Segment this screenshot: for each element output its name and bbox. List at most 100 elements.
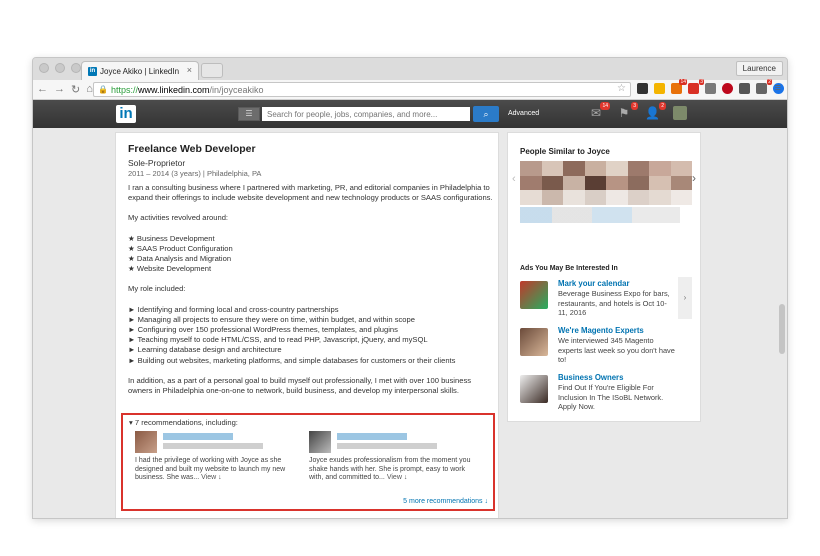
recommender-name-blurred[interactable]: [163, 433, 233, 440]
job-dates: 2011 – 2014 (3 years) | Philadelphia, PA: [128, 169, 262, 178]
window-controls: [39, 63, 81, 73]
advanced-search-link[interactable]: Advanced: [508, 110, 539, 117]
recommender-name-blurred[interactable]: [337, 433, 407, 440]
browser-toolbar: ← → ↻ ⌂ 🔒 https://www.linkedin.com/in/jo…: [33, 79, 787, 100]
similar-people-heading: People Similar to Joyce: [520, 147, 610, 156]
job-intro: I ran a consulting business where I part…: [128, 183, 493, 203]
url-scheme: https://: [110, 84, 138, 95]
similar-people-names-blurred[interactable]: [520, 207, 680, 223]
pocket-extension-icon[interactable]: [705, 83, 716, 94]
zoom-window-button[interactable]: [71, 63, 81, 73]
job-title[interactable]: Freelance Web Developer: [128, 143, 256, 155]
search-category-dropdown[interactable]: ☰: [238, 107, 260, 121]
extension-icons: 14 3 2: [637, 79, 784, 94]
recommender-title-blurred: [337, 443, 437, 449]
role-item: ► Learning database design and architect…: [128, 345, 282, 355]
next-ad-chevron-icon[interactable]: ›: [678, 277, 692, 319]
keep-extension-icon[interactable]: [654, 83, 665, 94]
notifications-badge: 3: [631, 102, 638, 110]
page-body: Freelance Web Developer Sole-Proprietor …: [33, 128, 787, 518]
recommender-title-blurred: [163, 443, 263, 449]
activity-item: ★ SAAS Product Configuration: [128, 243, 233, 253]
activity-item: ★ Business Development: [128, 233, 215, 243]
forward-arrow-icon[interactable]: →: [54, 83, 65, 96]
company-name: Sole-Proprietor: [128, 158, 186, 168]
ad-title[interactable]: Business Owners: [558, 373, 623, 382]
linkedin-header: in ☰ ⌕ Advanced ✉14 ⚑3 👤2: [33, 100, 787, 128]
linkedin-logo[interactable]: in: [116, 105, 136, 123]
bookmark-star-icon[interactable]: ☆: [617, 83, 626, 94]
search-icon: ⌕: [483, 109, 489, 119]
ad-body: We interviewed 345 Magento experts last …: [558, 336, 675, 364]
view-recommendation-link[interactable]: View ↓: [201, 474, 222, 481]
ads-heading: Ads You May Be Interested In: [520, 265, 618, 272]
role-item: ► Building out websites, marketing platf…: [128, 355, 456, 365]
minimize-window-button[interactable]: [55, 63, 65, 73]
pinterest-extension-icon[interactable]: [722, 83, 733, 94]
url-host: www.linkedin.com: [137, 84, 210, 95]
home-icon[interactable]: ⌂: [86, 83, 93, 96]
connections-badge: 2: [659, 102, 666, 110]
role-intro: My role included:: [128, 284, 186, 294]
view-recommendation-link[interactable]: View ↓: [387, 474, 408, 481]
recommendation-item: I had the privilege of working with Joyc…: [135, 431, 295, 483]
role-item: ► Managing all projects to ensure they w…: [128, 314, 415, 324]
lock-icon: 🔒: [98, 85, 108, 94]
ad-image[interactable]: [520, 328, 548, 356]
ad-title[interactable]: We're Magento Experts: [558, 326, 644, 335]
tab-title: Joyce Akiko | LinkedIn: [100, 66, 180, 76]
search-button[interactable]: ⌕: [473, 106, 499, 122]
reload-icon[interactable]: ↻: [71, 83, 80, 96]
recommendation-item: Joyce exudes professionalism from the mo…: [309, 431, 470, 483]
activities-intro: My activities revolved around:: [128, 213, 229, 223]
notification-extension-icon[interactable]: 14: [671, 79, 687, 94]
experience-card: Freelance Web Developer Sole-Proprietor …: [115, 132, 499, 518]
address-bar[interactable]: 🔒 https://www.linkedin.com/in/joyceakiko…: [93, 82, 631, 97]
add-connections-icon[interactable]: 👤 2: [645, 102, 666, 120]
more-recommendations-link[interactable]: 5 more recommendations ↓: [403, 498, 488, 505]
recommendation-text: I had the privilege of working with Joyc…: [135, 457, 297, 483]
notifications-flag-icon[interactable]: ⚑ 3: [617, 102, 638, 120]
job-description: I ran a consulting business where I part…: [128, 183, 496, 396]
profile-button[interactable]: Laurence: [735, 61, 783, 76]
carousel-next-icon[interactable]: ›: [692, 171, 696, 185]
job-closing: In addition, as a part of a personal goa…: [128, 375, 472, 396]
mail-extension-icon[interactable]: 2: [756, 79, 772, 94]
page-scrollbar[interactable]: [779, 304, 785, 354]
activity-item: ★ Data Analysis and Migration: [128, 254, 232, 264]
role-item: ► Identifying and forming local and cros…: [128, 304, 339, 314]
activity-item: ★ Website Development: [128, 264, 212, 274]
ad-image[interactable]: [520, 281, 548, 309]
recommendations-toggle[interactable]: ▾ 7 recommendations, including:: [129, 418, 238, 427]
recommender-avatar[interactable]: [135, 431, 157, 453]
sidebar-card: People Similar to Joyce ‹ › Ads You May …: [507, 132, 701, 422]
carousel-prev-icon[interactable]: ‹: [512, 173, 516, 185]
ad-body: Beverage Business Expo for bars, restaur…: [558, 289, 670, 317]
back-arrow-icon[interactable]: ←: [37, 83, 48, 96]
extension-badge: 3: [699, 79, 704, 85]
gmail-extension-icon[interactable]: 3: [688, 79, 704, 94]
url-path: /in/joyceakiko: [209, 84, 264, 95]
browser-window: in Joyce Akiko | LinkedIn × Laurence ← →…: [32, 57, 788, 519]
tab-close-icon[interactable]: ×: [187, 65, 192, 75]
search-input[interactable]: [262, 107, 470, 121]
tab-linkedin[interactable]: in Joyce Akiko | LinkedIn ×: [81, 61, 199, 80]
avatar[interactable]: [673, 106, 687, 120]
new-tab-button[interactable]: [201, 63, 223, 78]
header-icons: ✉ 14 ⚑ 3 👤 2: [589, 102, 687, 120]
buffer-extension-icon[interactable]: [637, 83, 648, 94]
evernote-extension-icon[interactable]: [739, 83, 750, 94]
ad-image[interactable]: [520, 375, 548, 403]
tab-strip: in Joyce Akiko | LinkedIn × Laurence: [33, 58, 787, 80]
ad-title[interactable]: Mark your calendar: [558, 279, 630, 288]
role-item: ► Configuring over 150 professional Word…: [128, 325, 398, 335]
role-item: ► Teaching myself to code HTML/CSS, and …: [128, 335, 428, 345]
messages-icon[interactable]: ✉ 14: [589, 102, 610, 120]
nav-buttons: ← → ↻ ⌂: [37, 83, 93, 96]
menu-icon[interactable]: ≡: [775, 82, 781, 94]
similar-people-photos[interactable]: [520, 161, 692, 205]
messages-badge: 14: [600, 102, 610, 110]
recommender-avatar[interactable]: [309, 431, 331, 453]
linkedin-favicon-icon: in: [88, 66, 97, 76]
close-window-button[interactable]: [39, 63, 49, 73]
